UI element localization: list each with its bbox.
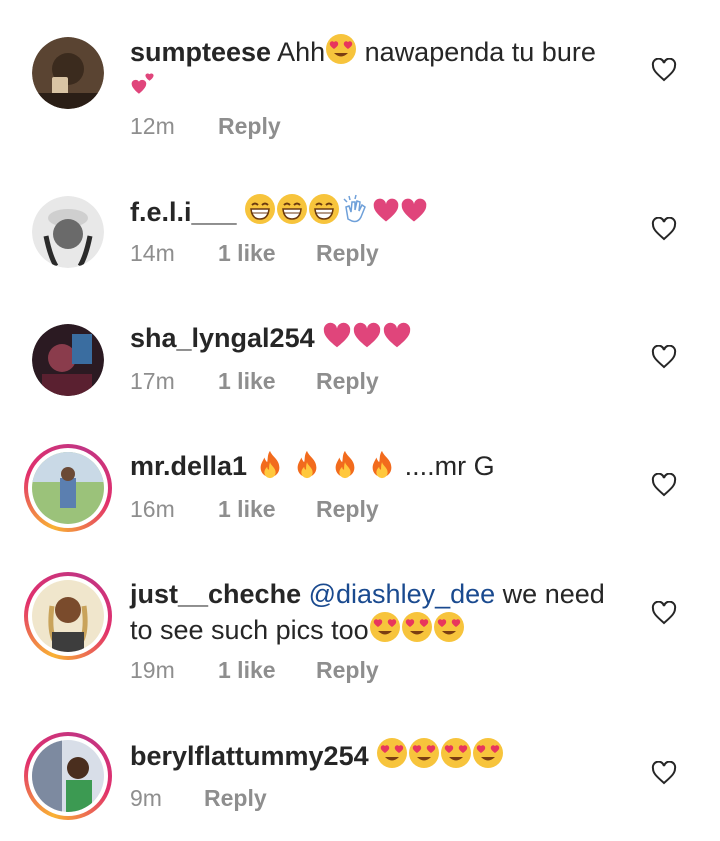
clapping-hands-emoji-icon <box>340 193 372 225</box>
username[interactable]: just__cheche <box>130 579 301 609</box>
heart-eyes-emoji-icon <box>376 737 408 769</box>
grinning-emoji-icon <box>276 193 308 225</box>
comment-meta: 19m 1 like Reply <box>130 657 379 684</box>
username[interactable]: sumpteese <box>130 37 271 67</box>
fire-emoji-icon <box>255 449 285 479</box>
avatar <box>28 736 108 816</box>
comment-text: mr.della1 ....mr G <box>130 449 620 483</box>
heart-eyes-emoji-icon <box>369 611 401 643</box>
fire-emoji-icon <box>292 449 322 479</box>
comment-body: ....mr G <box>404 451 495 481</box>
grinning-emoji-icon <box>308 193 340 225</box>
comment-body: Ahh <box>277 37 326 67</box>
avatar <box>28 576 108 656</box>
fire-emoji-icon <box>367 449 397 479</box>
avatar-story-ring[interactable] <box>24 732 112 820</box>
red-heart-emoji-icon <box>322 321 352 351</box>
like-heart-icon[interactable] <box>651 58 677 82</box>
grinning-emoji-icon <box>244 193 276 225</box>
avatar-photo <box>32 324 104 396</box>
like-heart-icon[interactable] <box>651 601 677 625</box>
comment-text: sumpteese Ahh nawapenda tu bure <box>130 33 620 103</box>
comment-meta: 9m Reply <box>130 785 267 812</box>
heart-eyes-emoji-icon <box>440 737 472 769</box>
fire-emoji-icon <box>330 449 360 479</box>
comment-meta: 12m Reply <box>130 113 281 140</box>
reply-button[interactable]: Reply <box>218 113 281 140</box>
red-heart-emoji-icon <box>352 321 382 351</box>
avatar[interactable] <box>32 37 104 109</box>
like-heart-icon[interactable] <box>651 217 677 241</box>
two-hearts-emoji-icon <box>130 69 156 99</box>
avatar-photo <box>32 580 104 652</box>
comment-text: berylflattummy254 <box>130 737 620 773</box>
comment-text: f.e.l.i___ <box>130 193 620 229</box>
avatar <box>28 448 108 528</box>
avatar-photo <box>32 740 104 812</box>
reply-button[interactable]: Reply <box>316 240 379 267</box>
like-heart-icon[interactable] <box>651 761 677 785</box>
avatar-story-ring[interactable] <box>24 572 112 660</box>
comment-meta: 16m 1 like Reply <box>130 496 379 523</box>
red-heart-emoji-icon <box>400 197 428 225</box>
avatar-photo <box>32 37 104 109</box>
username[interactable]: sha_lyngal254 <box>130 323 315 353</box>
red-heart-emoji-icon <box>382 321 412 351</box>
username[interactable]: berylflattummy254 <box>130 741 369 771</box>
like-heart-icon[interactable] <box>651 345 677 369</box>
like-heart-icon[interactable] <box>651 473 677 497</box>
mention-link[interactable]: @diashley_dee <box>309 579 496 609</box>
red-heart-emoji-icon <box>372 197 400 225</box>
heart-eyes-emoji-icon <box>401 611 433 643</box>
timestamp: 9m <box>130 785 162 811</box>
reply-button[interactable]: Reply <box>204 785 267 812</box>
avatar-photo <box>32 196 104 268</box>
timestamp: 17m <box>130 368 175 394</box>
reply-button[interactable]: Reply <box>316 657 379 684</box>
like-count[interactable]: 1 like <box>218 368 316 395</box>
timestamp: 14m <box>130 240 175 266</box>
heart-eyes-emoji-icon <box>433 611 465 643</box>
avatar-photo <box>32 452 104 524</box>
timestamp: 12m <box>130 113 175 139</box>
heart-eyes-emoji-icon <box>408 737 440 769</box>
like-count[interactable]: 1 like <box>218 496 316 523</box>
avatar[interactable] <box>32 196 104 268</box>
reply-button[interactable]: Reply <box>316 496 379 523</box>
comment-meta: 17m 1 like Reply <box>130 368 379 395</box>
comment-body: nawapenda tu bure <box>364 37 596 67</box>
username[interactable]: f.e.l.i___ <box>130 197 237 227</box>
like-count[interactable]: 1 like <box>218 657 316 684</box>
heart-eyes-emoji-icon <box>325 33 357 65</box>
reply-button[interactable]: Reply <box>316 368 379 395</box>
username[interactable]: mr.della1 <box>130 451 247 481</box>
comment-meta: 14m 1 like Reply <box>130 240 379 267</box>
comment-text: sha_lyngal254 <box>130 321 620 355</box>
timestamp: 19m <box>130 657 175 683</box>
comment-text: just__cheche @diashley_dee we need to se… <box>130 577 620 647</box>
heart-eyes-emoji-icon <box>472 737 504 769</box>
avatar-story-ring[interactable] <box>24 444 112 532</box>
avatar[interactable] <box>32 324 104 396</box>
like-count[interactable]: 1 like <box>218 240 316 267</box>
timestamp: 16m <box>130 496 175 522</box>
